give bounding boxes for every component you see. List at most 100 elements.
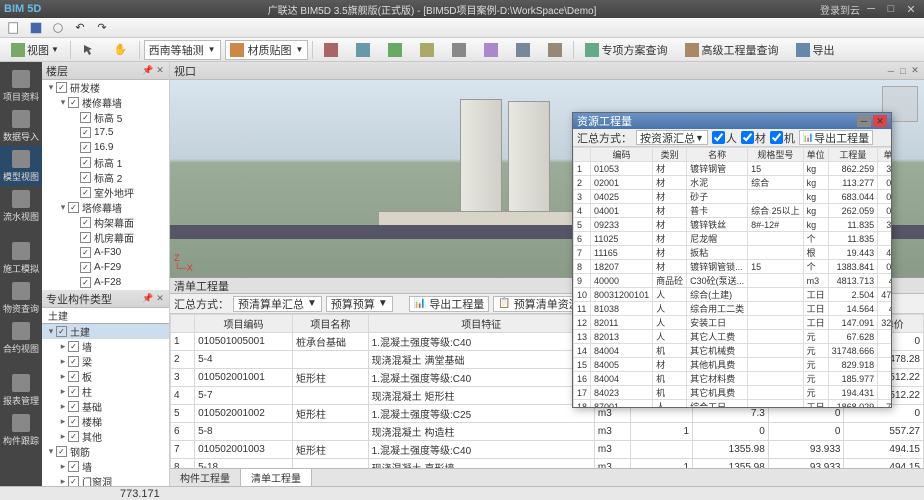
tool-iso-icon[interactable] <box>445 40 473 60</box>
tree-row[interactable]: ▸基础 <box>42 399 169 414</box>
menu-file-icon[interactable] <box>4 20 24 36</box>
table-row[interactable]: 7010502001003矩形柱1.混凝土强度等级:C40m31355.9893… <box>171 441 924 459</box>
close-button[interactable]: ✕ <box>902 2 920 16</box>
tree-row[interactable]: ▸墙 <box>42 339 169 354</box>
tree-row[interactable]: ▾土建 <box>42 324 169 339</box>
table-row[interactable]: 1282011人安装工日工日147.09132.534784.88 <box>574 316 892 330</box>
tree-row[interactable]: ▸梁 <box>42 354 169 369</box>
tool-section-icon[interactable] <box>381 40 409 60</box>
nav-物资查询[interactable]: 物资查询 <box>0 278 42 318</box>
floor-tree[interactable]: ▾研发楼▾楼修幕墙标高 517.516.9标高 1标高 2室外地坪▾塔修幕墙构架… <box>42 80 169 290</box>
tree-row[interactable]: A-F30 <box>42 245 169 260</box>
tool-more-icon[interactable] <box>541 40 569 60</box>
maximize-button[interactable]: □ <box>882 2 900 16</box>
budget-combo[interactable]: 预算预算▼ <box>326 296 393 312</box>
nav-施工模拟[interactable]: 施工模拟 <box>0 238 42 278</box>
table-row[interactable]: 1484004机其它机械费元31748.666131748.65 <box>574 344 892 358</box>
table-row[interactable]: 304025材砂子kg683.0440.0427.32 <box>574 190 892 204</box>
tool-tag-icon[interactable] <box>477 40 505 60</box>
type-tree[interactable]: ▾土建▸墙▸梁▸板▸柱▸基础▸楼梯▸其他▾钢筋▸墙▸门窗洞▸梁▸板▸柱▸基础▸其… <box>42 324 169 486</box>
panel-pin-icon[interactable]: 📌 <box>143 66 153 76</box>
pan-tool-icon[interactable]: ✋ <box>107 40 135 60</box>
axis-gizmo-icon[interactable]: Z└─X <box>174 253 193 273</box>
res-export-button[interactable]: 📊导出工程量 <box>799 130 873 145</box>
tree-row[interactable]: A-F29 <box>42 260 169 275</box>
tab-bill-qty[interactable]: 清单工程量 <box>241 469 312 486</box>
table-row[interactable]: 404001材普卡综合 25以上kg262.0590.45117.93 <box>574 204 892 218</box>
menu-config-icon[interactable] <box>48 20 68 36</box>
nav-流水视图[interactable]: 流水视图 <box>0 186 42 226</box>
vp-max-icon[interactable]: □ <box>898 66 908 76</box>
tab-component-qty[interactable]: 构件工程量 <box>170 469 241 486</box>
table-row[interactable]: 818207材镀锌钢管锁...15个1383.8410.52719.6 <box>574 260 892 274</box>
tree-row[interactable]: ▸柱 <box>42 384 169 399</box>
tool-settings-icon[interactable] <box>509 40 537 60</box>
material-combo[interactable]: 材质贴图▼ <box>225 40 309 60</box>
query-scheme-button[interactable]: 专项方案查询 <box>578 40 674 60</box>
user-label[interactable]: 登录到云 <box>820 2 860 17</box>
tool-clip-icon[interactable] <box>349 40 377 60</box>
tool-filter-icon[interactable] <box>413 40 441 60</box>
table-row[interactable]: 611025材尼龙帽个11.8357.386.39 <box>574 232 892 246</box>
tree-row[interactable]: 室外地坪 <box>42 185 169 200</box>
vp-min-icon[interactable]: ─ <box>886 66 896 76</box>
summary-mode-combo[interactable]: 预清算单汇总▼ <box>233 296 322 312</box>
nav-数据导入[interactable]: 数据导入 <box>0 106 42 146</box>
resource-grid[interactable]: 编码类别名称规格型号单位工程量单价合价(元)101053材镀锌钢管15kg862… <box>573 147 891 407</box>
table-row[interactable]: 202001材水泥综合kg113.2770.3741.91 <box>574 176 892 190</box>
tree-row[interactable]: ▾钢筋 <box>42 444 169 459</box>
export-button[interactable]: 导出 <box>789 40 841 60</box>
panel-close-icon[interactable]: ✕ <box>155 66 165 76</box>
res-summary-combo[interactable]: 按资源汇总▼ <box>636 130 708 145</box>
tree-row[interactable]: ▸墙 <box>42 459 169 474</box>
adv-qty-button[interactable]: 高级工程量查询 <box>678 40 785 60</box>
resource-qty-window[interactable]: 资源工程量 ─ ✕ 汇总方式： 按资源汇总▼ 人 材 机 📊导出工程量 编码类别… <box>572 112 892 408</box>
table-row[interactable]: 1887001人综合工日工日1868.02974.3138794.48 <box>574 400 892 408</box>
nav-报表管理[interactable]: 报表管理 <box>0 370 42 410</box>
table-row[interactable]: 1784023机其它机具费元194.4311194.43 <box>574 386 892 400</box>
tree-row[interactable]: 标高 5 <box>42 110 169 125</box>
table-row[interactable]: 509233材镀锌铁丝8#-12#kg11.8353.8545.56 <box>574 218 892 232</box>
nav-模型视图[interactable]: 模型视图 <box>0 146 42 186</box>
tree-row[interactable]: 16.9 <box>42 140 169 155</box>
export-qty-button[interactable]: 📊导出工程量 <box>409 296 489 312</box>
tree-row[interactable]: ▾楼修幕墙 <box>42 95 169 110</box>
panel-close-icon[interactable]: ✕ <box>155 294 165 304</box>
type-tab[interactable]: 土建 <box>42 308 169 324</box>
table-row[interactable]: 1080031200101人综合(土建)工日2.50447.46118.84 <box>574 288 892 302</box>
tree-row[interactable]: ▾塔修幕墙 <box>42 200 169 215</box>
view-angle-combo[interactable]: 西南等轴测▼ <box>144 40 221 60</box>
menu-redo-icon[interactable]: ↷ <box>92 20 112 36</box>
tree-row[interactable]: 标高 1 <box>42 155 169 170</box>
tree-row[interactable]: ▸门窗洞 <box>42 474 169 486</box>
table-row[interactable]: 65-8现浇混凝土 构造柱m3100557.27 <box>171 423 924 441</box>
tool-measure-icon[interactable] <box>317 40 345 60</box>
tree-row[interactable]: ▸板 <box>42 369 169 384</box>
table-row[interactable]: 940000商品砼C30砼(泵送...m34813.7134101981002.… <box>574 274 892 288</box>
panel-pin-icon[interactable]: 📌 <box>143 294 153 304</box>
fw-min-icon[interactable]: ─ <box>857 115 871 127</box>
tree-row[interactable]: 机房幕面 <box>42 230 169 245</box>
table-row[interactable]: 711165材扳粘根19.4434.6790.8 <box>574 246 892 260</box>
minimize-button[interactable]: ─ <box>862 2 880 16</box>
tree-row[interactable]: 17.5 <box>42 125 169 140</box>
table-row[interactable]: 85-18现浇混凝土 直形墙m311355.9893.933494.15 <box>171 459 924 469</box>
table-row[interactable]: 1584005材其他机具费元829.9181829.92 <box>574 358 892 372</box>
select-tool-icon[interactable] <box>75 40 103 60</box>
chk-labor[interactable]: 人 <box>712 130 737 146</box>
tree-row[interactable]: ▸楼梯 <box>42 414 169 429</box>
resource-window-title[interactable]: 资源工程量 ─ ✕ <box>573 113 891 129</box>
view-button[interactable]: 视图▼ <box>4 40 66 60</box>
chk-material[interactable]: 材 <box>741 130 766 146</box>
nav-项目资料[interactable]: 项目资料 <box>0 66 42 106</box>
vp-close-icon[interactable]: ✕ <box>910 66 920 76</box>
table-row[interactable]: 1181038人综合用工二类工日14.5644806990.72 <box>574 302 892 316</box>
tree-row[interactable]: A-F28 <box>42 275 169 290</box>
nav-合约视图[interactable]: 合约视图 <box>0 318 42 358</box>
tree-row[interactable]: 构架幕面 <box>42 215 169 230</box>
table-row[interactable]: 101053材镀锌钢管15kg862.2593.993440.41 <box>574 162 892 176</box>
menu-save-icon[interactable] <box>26 20 46 36</box>
table-row[interactable]: 1382013人其它人工费元67.628167.63 <box>574 330 892 344</box>
chk-machine[interactable]: 机 <box>770 130 795 146</box>
tree-row[interactable]: 标高 2 <box>42 170 169 185</box>
